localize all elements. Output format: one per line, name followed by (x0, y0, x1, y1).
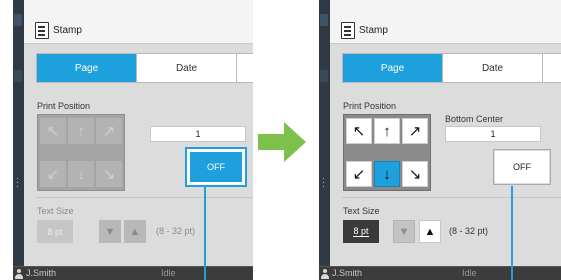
bottom-right-arrow-button[interactable]: ↘ (402, 161, 428, 187)
position-arrow-grid: ↖ ↑ ↗ ↙ ↓ ↘ (37, 114, 125, 191)
tab-bar: Page Date (36, 53, 253, 83)
dialog-content: Page Date Print Position ↖ ↑ ↗ ↙ ↓ ↘ 1 O… (24, 45, 253, 266)
bottom-center-arrow-button[interactable]: ↓ (68, 161, 94, 187)
tab-date[interactable]: Date (137, 54, 237, 82)
divider (36, 197, 253, 198)
bottom-right-arrow-button[interactable]: ↘ (96, 161, 122, 187)
app-icon (14, 70, 22, 82)
bottom-left-arrow-button[interactable]: ↙ (40, 161, 66, 187)
dialog-title: Stamp (53, 25, 82, 36)
position-name: Bottom Center (445, 114, 504, 124)
top-left-arrow-button[interactable]: ↖ (346, 118, 372, 144)
after-screenshot: · · · Stamp Page Date Print Position Botto… (319, 0, 561, 280)
size-up-button[interactable]: ▲ (419, 220, 441, 243)
top-center-arrow-button[interactable]: ↑ (68, 118, 94, 144)
status-bar: J.Smith Idle (13, 266, 253, 280)
top-center-arrow-button[interactable]: ↑ (374, 118, 400, 144)
print-position-label: Print Position (343, 101, 397, 111)
user-icon (15, 269, 23, 279)
text-size-value-text: 8 pt (353, 226, 369, 237)
user-icon (321, 269, 329, 279)
size-range-text: (8 - 32 pt) (156, 226, 196, 236)
bottom-center-arrow-button[interactable]: ↓ (374, 161, 400, 187)
off-button[interactable]: OFF (493, 149, 551, 185)
size-down-button[interactable]: ▼ (393, 220, 415, 243)
dialog-title: Stamp (359, 25, 388, 36)
tab-date[interactable]: Date (443, 54, 543, 82)
text-size-label: Text Size (37, 206, 74, 216)
callout-line (204, 186, 206, 280)
tab-bar: Page Date (342, 53, 561, 83)
page-value-field[interactable]: 1 (150, 126, 246, 142)
divider (342, 197, 561, 198)
stamp-icon (35, 22, 49, 39)
side-strip: · · · (319, 0, 330, 280)
top-right-arrow-button[interactable]: ↗ (96, 118, 122, 144)
top-right-arrow-button[interactable]: ↗ (402, 118, 428, 144)
before-screenshot: · · · Stamp Page Date Print Position ↖ ↑ ↗… (13, 0, 253, 280)
text-size-value[interactable]: 8 pt (37, 220, 73, 243)
top-left-arrow-button[interactable]: ↖ (40, 118, 66, 144)
tab-page[interactable]: Page (343, 54, 443, 82)
page-value-field[interactable]: 1 (445, 126, 541, 142)
dialog-titlebar: Stamp (24, 0, 253, 44)
status-bar: J.Smith Idle (319, 266, 561, 280)
stamp-dialog: Stamp Page Date Print Position Bottom Ce… (330, 0, 561, 266)
dialog-content: Page Date Print Position Bottom Center ↖… (330, 45, 561, 266)
text-size-value[interactable]: 8 pt (343, 220, 379, 243)
text-size-label: Text Size (343, 206, 380, 216)
size-down-button[interactable]: ▼ (99, 220, 121, 243)
position-arrow-grid: ↖ ↑ ↗ ↙ ↓ ↘ (343, 114, 431, 191)
callout-line (511, 186, 513, 280)
tab-page[interactable]: Page (37, 54, 137, 82)
size-up-button[interactable]: ▲ (124, 220, 146, 243)
machine-status: Idle (161, 268, 176, 278)
more-icon: · · · (322, 173, 325, 191)
machine-status: Idle (462, 268, 477, 278)
side-strip: · · · (13, 0, 24, 280)
dialog-titlebar: Stamp (330, 0, 561, 44)
print-position-label: Print Position (37, 101, 91, 111)
size-range-text: (8 - 32 pt) (449, 226, 489, 236)
app-icon (320, 14, 328, 26)
stamp-dialog: Stamp Page Date Print Position ↖ ↑ ↗ ↙ ↓… (24, 0, 253, 266)
app-icon (320, 70, 328, 82)
more-icon: · · · (16, 173, 19, 191)
text-size-value-text: 8 pt (47, 226, 63, 237)
app-icon (14, 14, 22, 26)
user-name: J.Smith (332, 268, 363, 278)
off-button[interactable]: OFF (187, 149, 245, 185)
user-name: J.Smith (26, 268, 57, 278)
transition-arrow-icon (258, 122, 306, 162)
bottom-left-arrow-button[interactable]: ↙ (346, 161, 372, 187)
stamp-icon (341, 22, 355, 39)
